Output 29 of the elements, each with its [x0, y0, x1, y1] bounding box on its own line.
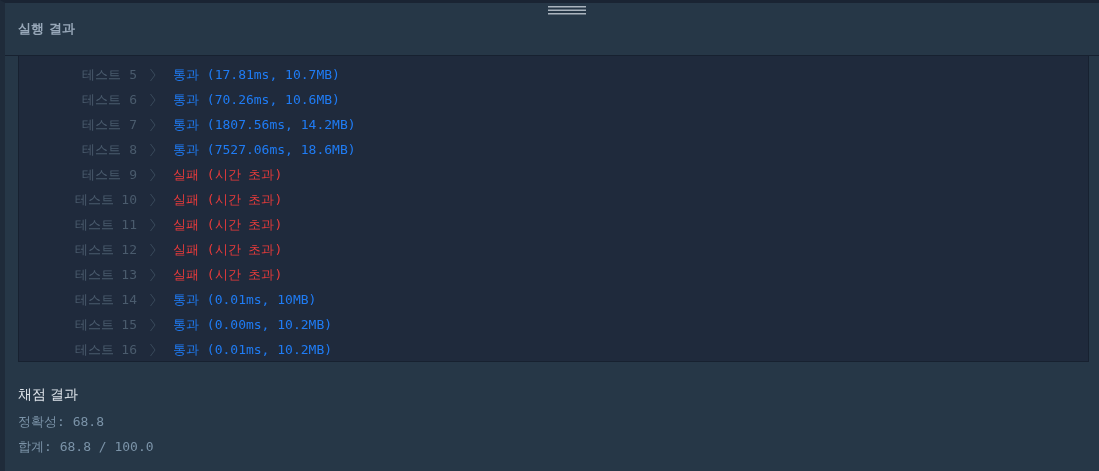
resize-handle-icon[interactable] — [548, 5, 586, 15]
test-result: 실패 (시간 초과) — [173, 265, 283, 284]
chevron-icon — [150, 242, 156, 257]
chevron-icon — [150, 342, 156, 357]
chevron-icon — [150, 142, 156, 157]
test-result: 통과 (7527.06ms, 18.6MB) — [173, 140, 356, 159]
chevron-icon — [150, 192, 156, 207]
test-result: 실패 (시간 초과) — [173, 240, 283, 259]
test-result: 통과 (70.26ms, 10.6MB) — [173, 90, 340, 109]
chevron-icon — [150, 292, 156, 307]
test-result: 실패 (시간 초과) — [173, 190, 283, 209]
panel-title: 실행 결과 — [18, 20, 75, 38]
grading-line: 정확성: 68.8 — [18, 413, 105, 431]
chevron-icon — [150, 117, 156, 132]
test-result: 통과 (1807.56ms, 14.2MB) — [173, 115, 356, 134]
chevron-icon — [150, 67, 156, 82]
chevron-icon — [150, 92, 156, 107]
test-result: 통과 (0.01ms, 10MB) — [173, 290, 317, 309]
test-result: 통과 (0.00ms, 10.2MB) — [173, 315, 333, 334]
chevron-icon — [150, 267, 156, 282]
chevron-icon — [150, 217, 156, 232]
test-result: 통과 (0.01ms, 10.2MB) — [173, 340, 333, 359]
test-result: 통과 (17.81ms, 10.7MB) — [173, 65, 340, 84]
grading-line: 합계: 68.8 / 100.0 — [18, 438, 155, 456]
test-result: 실패 (시간 초과) — [173, 215, 283, 234]
chevron-icon — [150, 317, 156, 332]
test-result: 실패 (시간 초과) — [173, 165, 283, 184]
chevron-icon — [150, 167, 156, 182]
grading-title: 채점 결과 — [18, 386, 80, 404]
